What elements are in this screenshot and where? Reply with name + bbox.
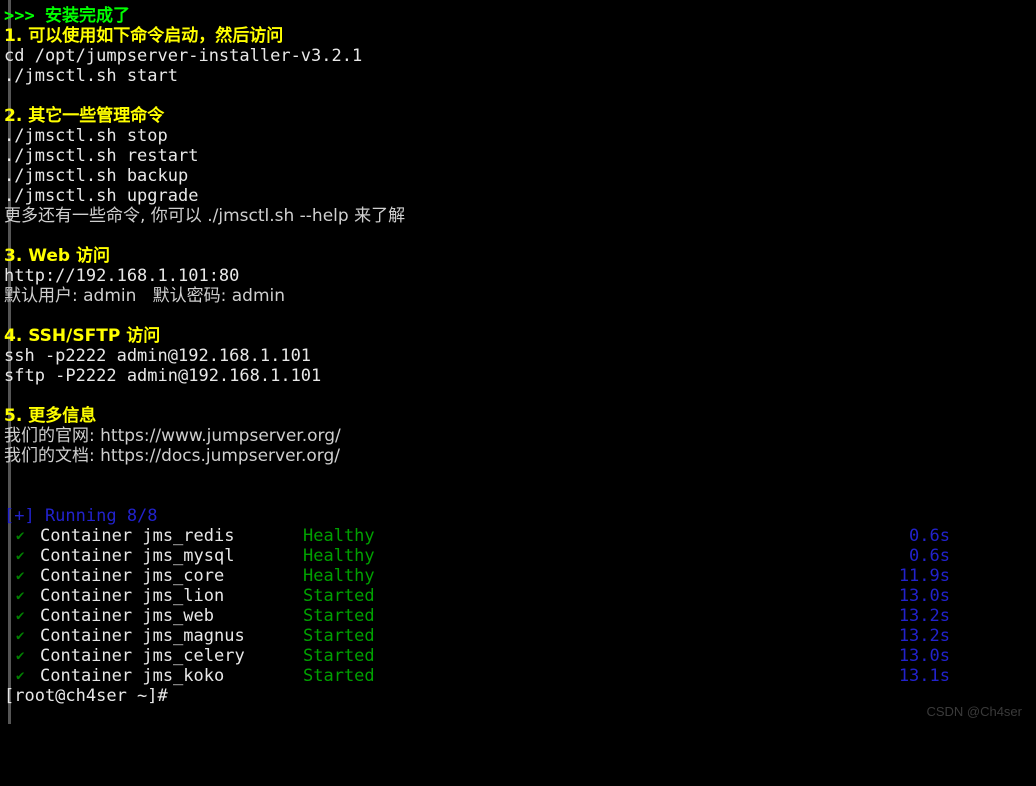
section-2-line-3: ./jmsctl.sh backup <box>4 166 189 186</box>
container-label: Container jms_magnus <box>40 626 245 646</box>
container-status: Healthy <box>303 566 375 586</box>
check-icon: ✔ <box>16 668 25 684</box>
section-1-heading: 1. 可以使用如下命令启动，然后访问 <box>4 26 284 46</box>
container-elapsed: 13.0s <box>898 646 950 666</box>
ssh-command: ssh -p2222 admin@192.168.1.101 <box>4 346 312 366</box>
check-icon: ✔ <box>16 568 25 584</box>
container-row: ✔ Container jms_mysql Healthy 0.6s <box>0 546 1036 566</box>
container-status: Healthy <box>303 526 375 546</box>
container-label: Container jms_redis <box>40 526 235 546</box>
container-status: Started <box>303 646 375 666</box>
banner-text: 安装完成了 <box>44 6 130 26</box>
documentation-line: 我们的文档: https://docs.jumpserver.org/ <box>4 446 340 466</box>
web-access-url: http://192.168.1.101:80 <box>4 266 240 286</box>
csdn-watermark: CSDN @Ch4ser <box>926 704 1022 719</box>
section-2-line-1: ./jmsctl.sh stop <box>4 126 168 146</box>
container-status: Started <box>303 606 375 626</box>
check-icon: ✔ <box>16 648 25 664</box>
container-status: Healthy <box>303 546 375 566</box>
container-elapsed: 0.6s <box>909 546 950 566</box>
container-status: Started <box>303 586 375 606</box>
container-row: ✔ Container jms_koko Started 13.1s <box>0 666 1036 686</box>
section-5-heading: 5. 更多信息 <box>4 406 97 426</box>
section-1-line-2: ./jmsctl.sh start <box>4 66 178 86</box>
banner-prefix: >>> <box>4 6 35 26</box>
container-elapsed: 13.1s <box>898 666 950 686</box>
container-label: Container jms_lion <box>40 586 225 606</box>
section-1-line-1: cd /opt/jumpserver-installer-v3.2.1 <box>4 46 363 66</box>
shell-prompt[interactable]: [root@ch4ser ~]# <box>0 686 1036 706</box>
install-complete-banner: >>> 安装完成了 <box>0 6 1036 26</box>
container-status: Started <box>303 666 375 686</box>
section-2-line-4: ./jmsctl.sh upgrade <box>4 186 199 206</box>
section-2-help-note: 更多还有一些命令, 你可以 ./jmsctl.sh --help 来了解 <box>4 206 406 226</box>
container-row: ✔ Container jms_magnus Started 13.2s <box>0 626 1036 646</box>
container-row: ✔ Container jms_redis Healthy 0.6s <box>0 526 1036 546</box>
section-3-heading: 3. Web 访问 <box>4 246 110 266</box>
check-icon: ✔ <box>16 628 25 644</box>
check-icon: ✔ <box>16 588 25 604</box>
compose-running-summary: [+] Running 8/8 <box>4 506 158 526</box>
check-icon: ✔ <box>16 608 25 624</box>
section-2-line-2: ./jmsctl.sh restart <box>4 146 199 166</box>
container-elapsed: 0.6s <box>909 526 950 546</box>
container-elapsed: 11.9s <box>898 566 950 586</box>
container-label: Container jms_web <box>40 606 214 626</box>
terminal-output: >>> 安装完成了 1. 可以使用如下命令启动，然后访问 cd /opt/jum… <box>0 0 1036 706</box>
container-status: Started <box>303 626 375 646</box>
container-elapsed: 13.2s <box>898 606 950 626</box>
section-4-heading: 4. SSH/SFTP 访问 <box>4 326 161 346</box>
sftp-command: sftp -P2222 admin@192.168.1.101 <box>4 366 322 386</box>
check-icon: ✔ <box>16 528 25 544</box>
container-elapsed: 13.0s <box>898 586 950 606</box>
section-2-heading: 2. 其它一些管理命令 <box>4 106 165 126</box>
container-label: Container jms_celery <box>40 646 245 666</box>
official-website-line: 我们的官网: https://www.jumpserver.org/ <box>4 426 341 446</box>
container-row: ✔ Container jms_lion Started 13.0s <box>0 586 1036 606</box>
container-row: ✔ Container jms_celery Started 13.0s <box>0 646 1036 666</box>
terminal-window[interactable]: >>> 安装完成了 1. 可以使用如下命令启动，然后访问 cd /opt/jum… <box>0 0 1036 724</box>
container-row: ✔ Container jms_core Healthy 11.9s <box>0 566 1036 586</box>
container-elapsed: 13.2s <box>898 626 950 646</box>
container-label: Container jms_mysql <box>40 546 235 566</box>
container-row: ✔ Container jms_web Started 13.2s <box>0 606 1036 626</box>
check-icon: ✔ <box>16 548 25 564</box>
container-label: Container jms_koko <box>40 666 225 686</box>
web-default-credentials: 默认用户: admin 默认密码: admin <box>4 286 286 306</box>
container-label: Container jms_core <box>40 566 225 586</box>
